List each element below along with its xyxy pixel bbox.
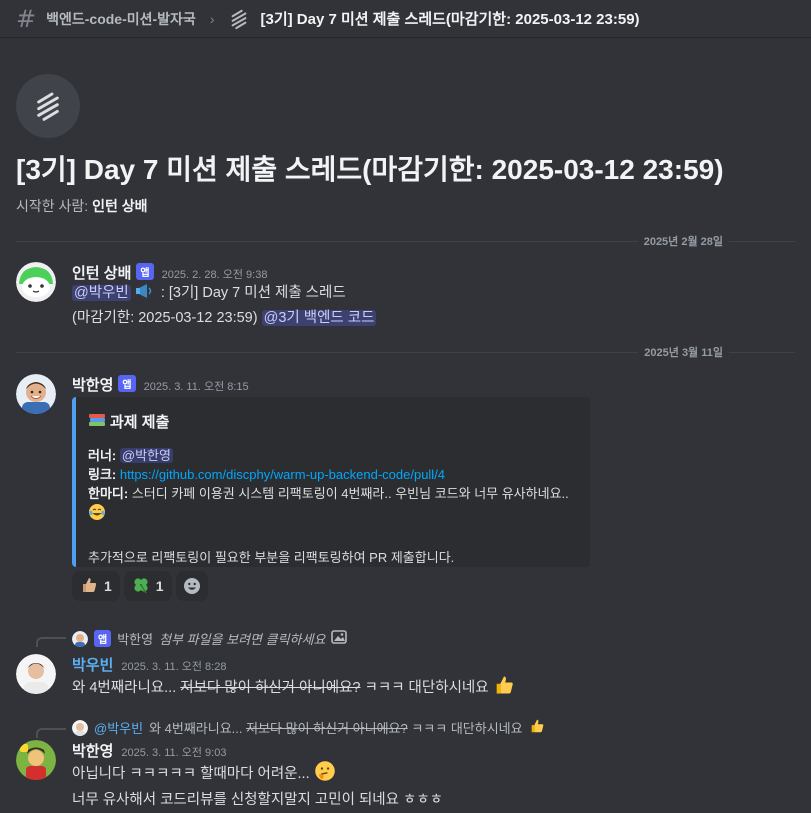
timestamp: 2025. 3. 11. 오전 8:28 <box>121 661 227 673</box>
embed-comment-row: 한마디: 스터디 카페 이용권 시스템 리팩토링이 4번째라.. 우빈님 코드와… <box>88 484 578 503</box>
app-badge: 앱 <box>136 263 154 280</box>
user-mention[interactable]: @박한영 <box>119 448 173 463</box>
submission-embed: 과제 제출 러너: @박한영 링크: https://github.com/di… <box>72 397 590 567</box>
embed-emoji-row <box>88 503 578 526</box>
embed-runner-row: 러너: @박한영 <box>88 446 578 465</box>
runner-label: 러너: <box>88 448 117 463</box>
channel-breadcrumb[interactable]: 백엔드-code-미션-발자국 <box>46 9 196 29</box>
thread-icon <box>232 9 247 29</box>
message: 박한영 2025. 3. 11. 오전 9:03 아닙니다 ㅋㅋㅋㅋㅋ 할때마다 … <box>0 740 811 808</box>
comment-label: 한마디: <box>88 486 129 501</box>
thinking-face-icon <box>314 760 336 789</box>
reaction-thumbs-up[interactable]: 1 <box>72 571 120 601</box>
pr-link[interactable]: https://github.com/discphy/warm-up-backe… <box>120 467 445 482</box>
reply-avatar <box>72 719 88 736</box>
reply-text: 첨부 파일을 보려면 클릭하세요 <box>159 632 326 647</box>
started-by-label: 시작한 사람: <box>16 198 89 214</box>
date-divider-label: 2025년 3월 11일 <box>644 347 723 359</box>
thread-heading: [3기] Day 7 미션 제출 스레드(마감기한: 2025-03-12 23… <box>16 154 724 185</box>
thumbs-up-icon <box>493 674 515 703</box>
add-reaction-button[interactable] <box>175 571 208 601</box>
message: 인턴 상배 앱 2025. 2. 28. 오전 9:38 @박우빈 : [3기] D… <box>0 262 811 332</box>
reply-reference[interactable]: @박우빈 와 4번째라니요... 저보다 많이 하신거 아니에요? ㅋㅋㅋ 대단… <box>72 718 545 737</box>
app-badge: 앱 <box>94 630 112 647</box>
breadcrumb-separator: › <box>209 10 215 27</box>
role-mention[interactable]: @3기 백엔드 코드 <box>261 310 377 326</box>
thread-breadcrumb-title: [3기] Day 7 미션 제출 스레드(마감기한: 2025-03-12 23… <box>260 11 640 28</box>
avatar[interactable] <box>16 374 56 414</box>
smiley-icon <box>183 578 200 594</box>
embed-title-text: 과제 제출 <box>110 414 170 431</box>
four-leaf-clover-icon <box>132 576 150 597</box>
image-icon <box>331 629 348 648</box>
reply-avatar <box>72 630 88 647</box>
message-text: 너무 유사해서 코드리뷰를 신청할지말지 고민이 되네요 ㅎㅎㅎ <box>72 792 444 808</box>
embed-extra-text: 추가적으로 리팩토링이 필요한 부분을 리팩토링하여 PR 제출합니다. <box>88 550 455 565</box>
user-mention[interactable]: @박우빈 <box>72 285 131 301</box>
embed-title: 과제 제출 <box>88 411 578 432</box>
date-divider: 2025년 3월 11일 <box>16 345 795 359</box>
date-divider: 2025년 2월 28일 <box>16 234 795 248</box>
reply-text: 와 4번째라니요... 저보다 많이 하신거 아니에요? ㅋㅋㅋ 대단하시네요 <box>149 721 523 736</box>
date-divider-label: 2025년 2월 28일 <box>643 236 723 248</box>
author-name[interactable]: 박우빈 <box>72 657 113 674</box>
strikethrough-text: 저보다 많이 하신거 아니에요? <box>180 680 361 696</box>
tears-of-joy-icon <box>88 503 106 526</box>
comment-text: 스터디 카페 이용권 시스템 리팩토링이 4번째라.. 우빈님 코드와 너무 유… <box>131 486 569 501</box>
timestamp: 2025. 2. 28. 오전 9:38 <box>161 269 268 281</box>
megaphone-icon <box>135 282 157 307</box>
hash-icon: # <box>16 4 37 33</box>
message-text: (마감기한: 2025-03-12 23:59) <box>72 310 258 326</box>
reply-author: 박한영 <box>117 632 154 647</box>
embed-link-row: 링크: https://github.com/discphy/warm-up-b… <box>88 465 578 484</box>
thumbs-up-icon <box>80 576 98 597</box>
message-text: 아닙니다 ㅋㅋㅋㅋㅋ 할때마다 어려운... <box>72 766 310 782</box>
author-name[interactable]: 박한영 <box>72 377 113 394</box>
started-by: 시작한 사람: 인턴 상배 <box>16 196 148 216</box>
started-by-name[interactable]: 인턴 상배 <box>92 198 147 214</box>
message-content: @박우빈 : [3기] Day 7 미션 제출 스레드 (마감기한: 2025-… <box>72 282 377 329</box>
thread-icon-large <box>16 74 80 138</box>
message: 박우빈 2025. 3. 11. 오전 8:28 와 4번째라니요... 저보다 … <box>0 654 811 698</box>
message-text: 와 4번째라니요... <box>72 680 181 696</box>
message-content: 아닙니다 ㅋㅋㅋㅋㅋ 할때마다 어려운... 너무 유사해서 코드리뷰를 신청할… <box>72 760 443 811</box>
reaction-four-leaf-clover[interactable]: 1 <box>123 571 172 601</box>
reply-spine <box>36 637 66 647</box>
message-text: : [3기] Day 7 미션 제출 스레드 <box>160 285 346 301</box>
reaction-count: 1 <box>155 578 164 594</box>
app-badge: 앱 <box>118 375 136 392</box>
reply-spine <box>36 728 66 738</box>
avatar[interactable] <box>16 262 56 302</box>
reactions: 1 1 <box>72 571 208 601</box>
link-label: 링크: <box>88 467 117 482</box>
author-name[interactable]: 박한영 <box>72 743 113 760</box>
message-content: 와 4번째라니요... 저보다 많이 하신거 아니에요? ㅋㅋㅋ 대단하시네요 <box>72 674 515 703</box>
author-name[interactable]: 인턴 상배 <box>72 265 131 282</box>
reply-reference[interactable]: 앱 박한영 첨부 파일을 보려면 클릭하세요 <box>72 629 348 648</box>
books-icon <box>88 412 106 432</box>
timestamp: 2025. 3. 11. 오전 9:03 <box>121 747 227 759</box>
avatar[interactable] <box>16 654 56 694</box>
reply-mention: @박우빈 <box>94 721 144 736</box>
thumbs-up-icon <box>529 718 545 737</box>
avatar[interactable] <box>16 740 56 780</box>
top-bar: # 백엔드-code-미션-발자국 › [3기] Day 7 미션 제출 스레드… <box>0 0 811 38</box>
message-text: ㅋㅋㅋ 대단하시네요 <box>360 680 489 696</box>
thread-icon <box>37 92 59 121</box>
reaction-count: 1 <box>104 578 112 594</box>
timestamp: 2025. 3. 11. 오전 8:15 <box>143 381 249 393</box>
